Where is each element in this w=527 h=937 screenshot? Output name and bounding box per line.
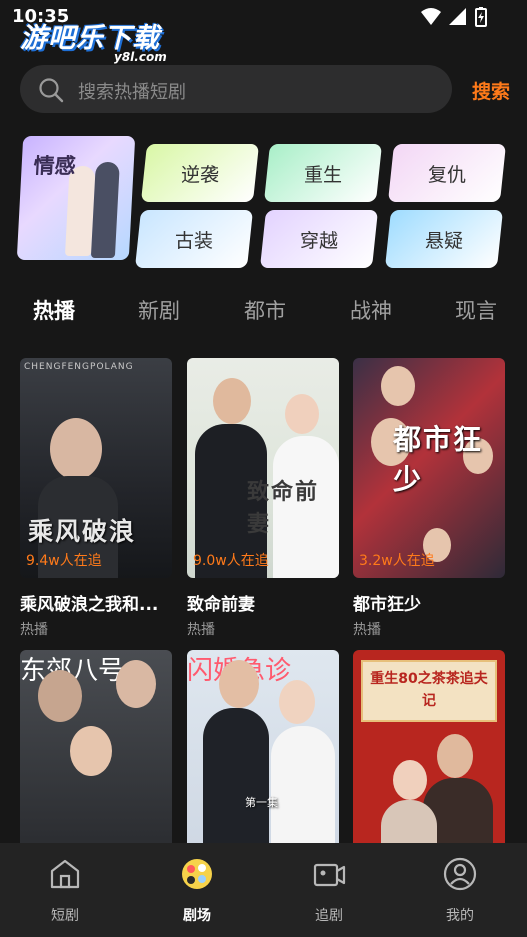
battery-icon bbox=[475, 7, 487, 27]
poster-bride bbox=[285, 394, 319, 434]
search-row: 搜索热播短剧 搜索 bbox=[20, 65, 510, 113]
poster-groom bbox=[213, 378, 251, 424]
nav-label: 短剧 bbox=[51, 908, 79, 924]
drama-tag: 热播 bbox=[187, 622, 215, 638]
category-chip-label: 重生 bbox=[303, 163, 342, 186]
couple-figure-groom bbox=[90, 162, 120, 258]
nav-item-following[interactable]: 追剧 bbox=[289, 857, 369, 925]
tab-label: 热播 bbox=[33, 299, 75, 323]
category-chip-label: 古装 bbox=[174, 229, 213, 252]
category-grid: 情感 逆袭 重生 复仇 古装 穿越 悬疑 bbox=[16, 136, 510, 268]
poster-subtitle: 第一集 bbox=[245, 796, 278, 809]
drama-card[interactable]: 第一集 闪婚急诊 bbox=[187, 650, 339, 846]
poster-title: 都市狂少 bbox=[393, 423, 484, 496]
category-chip[interactable]: 重生 bbox=[263, 144, 383, 202]
category-chip[interactable]: 悬疑 bbox=[384, 210, 504, 268]
search-button[interactable]: 搜索 bbox=[472, 77, 510, 104]
watermark-domain: y8l.com bbox=[114, 50, 167, 64]
bottom-nav: 短剧 剧场 追剧 我的 bbox=[0, 843, 527, 937]
category-chip-label: 复仇 bbox=[427, 163, 466, 186]
drama-tag: 热播 bbox=[20, 622, 48, 638]
nav-item-theater[interactable]: 剧场 bbox=[157, 857, 237, 925]
nav-item-short-drama[interactable]: 短剧 bbox=[25, 857, 105, 925]
category-chip[interactable]: 复仇 bbox=[387, 144, 507, 202]
watching-count: 9.0w人在追 bbox=[193, 553, 269, 569]
poster-groom bbox=[219, 660, 259, 708]
tab-new[interactable]: 新剧 bbox=[138, 295, 180, 325]
nav-label: 追剧 bbox=[315, 908, 343, 924]
tab-label: 都市 bbox=[244, 299, 286, 323]
category-chip[interactable]: 逆袭 bbox=[140, 144, 260, 202]
poster-bride-dress bbox=[271, 726, 335, 846]
drama-poster[interactable]: CHENGFENGPOLANG 乘风破浪 9.4w人在追 bbox=[20, 358, 172, 578]
drama-poster[interactable]: 东郊八号 bbox=[20, 650, 172, 846]
profile-icon bbox=[443, 857, 477, 891]
video-icon bbox=[313, 863, 346, 887]
poster-title: 乘风破浪 bbox=[28, 517, 137, 546]
poster-groom-suit bbox=[203, 708, 269, 846]
poster-actor bbox=[116, 660, 156, 708]
drama-title: 乘风破浪之我和... bbox=[20, 595, 159, 615]
category-chip-label: 逆袭 bbox=[180, 163, 219, 186]
theater-icon bbox=[182, 859, 212, 889]
home-icon bbox=[50, 859, 80, 889]
tab-label: 现言 bbox=[455, 299, 497, 323]
poster-bride bbox=[279, 680, 315, 724]
genre-tabs: 热播 新剧 都市 战神 现言 bbox=[0, 290, 527, 330]
drama-card[interactable]: 重生80之茶茶追夫记 bbox=[353, 650, 505, 846]
drama-poster[interactable]: 致命前妻 9.0w人在追 bbox=[187, 358, 339, 578]
search-icon bbox=[39, 78, 64, 103]
tab-label: 新剧 bbox=[138, 299, 180, 323]
poster-header-text: CHENGFENGPOLANG bbox=[24, 362, 134, 372]
category-featured[interactable]: 情感 bbox=[16, 136, 136, 260]
poster-actor bbox=[38, 670, 82, 722]
tab-war-god[interactable]: 战神 bbox=[350, 295, 392, 325]
drama-card[interactable]: 都市狂少 3.2w人在追 都市狂少 热播 bbox=[353, 358, 505, 639]
watermark-logo: 游吧乐下载 y8l.com bbox=[20, 16, 167, 64]
category-featured-label: 情感 bbox=[33, 154, 77, 178]
search-input[interactable]: 搜索热播短剧 bbox=[20, 65, 452, 113]
poster-actress bbox=[70, 726, 112, 776]
tab-urban[interactable]: 都市 bbox=[244, 295, 286, 325]
drama-poster[interactable]: 第一集 闪婚急诊 bbox=[187, 650, 339, 846]
watching-count: 9.4w人在追 bbox=[26, 553, 102, 569]
drama-title: 都市狂少 bbox=[353, 595, 421, 615]
poster-actor bbox=[50, 418, 102, 480]
nav-item-mine[interactable]: 我的 bbox=[420, 857, 500, 925]
tab-hot[interactable]: 热播 bbox=[33, 293, 75, 325]
watching-count: 3.2w人在追 bbox=[359, 553, 435, 569]
search-placeholder: 搜索热播短剧 bbox=[78, 82, 186, 103]
drama-title: 致命前妻 bbox=[187, 595, 255, 615]
drama-tag: 热播 bbox=[353, 622, 381, 638]
tab-label: 战神 bbox=[350, 299, 392, 323]
status-icons bbox=[421, 7, 487, 27]
drama-card[interactable]: 东郊八号 bbox=[20, 650, 172, 846]
signal-icon bbox=[449, 8, 466, 25]
poster-actress-body bbox=[381, 800, 437, 846]
tab-modern-romance[interactable]: 现言 bbox=[455, 295, 497, 325]
drama-poster[interactable]: 都市狂少 3.2w人在追 bbox=[353, 358, 505, 578]
poster-title: 重生80之茶茶追夫记 bbox=[370, 671, 488, 709]
nav-label: 我的 bbox=[446, 908, 474, 924]
wifi-icon bbox=[421, 8, 441, 25]
drama-card[interactable]: 致命前妻 9.0w人在追 致命前妻 热播 bbox=[187, 358, 339, 639]
category-chip[interactable]: 穿越 bbox=[259, 210, 379, 268]
poster-actor bbox=[381, 366, 415, 406]
poster-title: 闪婚急诊 bbox=[187, 650, 339, 687]
category-chip[interactable]: 古装 bbox=[134, 210, 254, 268]
category-chip-label: 悬疑 bbox=[424, 229, 463, 252]
poster-title: 致命前妻 bbox=[247, 480, 320, 537]
nav-label: 剧场 bbox=[183, 908, 211, 924]
drama-card[interactable]: CHENGFENGPOLANG 乘风破浪 9.4w人在追 乘风破浪之我和... … bbox=[20, 358, 172, 639]
poster-actress bbox=[393, 760, 427, 800]
category-chip-label: 穿越 bbox=[299, 229, 338, 252]
drama-poster[interactable]: 重生80之茶茶追夫记 bbox=[353, 650, 505, 846]
poster-actor bbox=[437, 734, 473, 778]
